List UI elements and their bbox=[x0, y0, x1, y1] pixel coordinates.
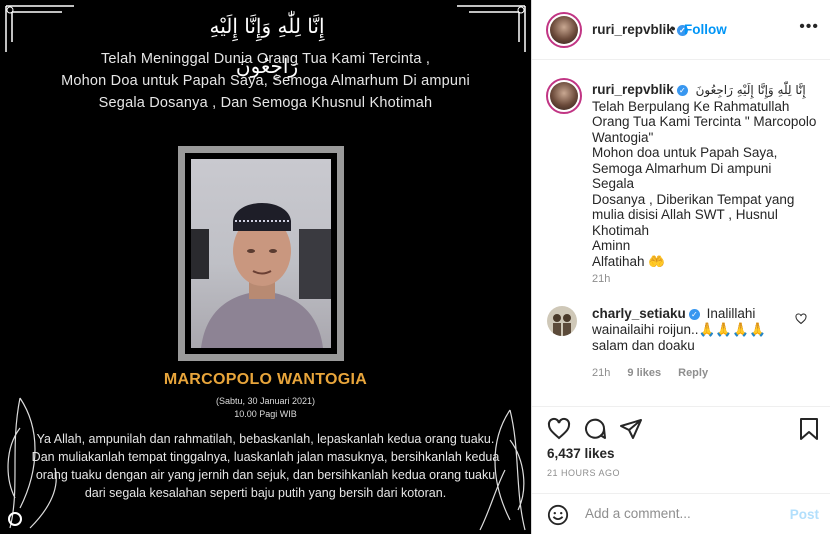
separator-dot: • bbox=[671, 21, 676, 36]
comment-line: salam dan doaku bbox=[592, 338, 695, 353]
prayer-line-1: Ya Allah, ampunilah dan rahmatilah, beba… bbox=[36, 432, 495, 446]
smiley-icon[interactable] bbox=[547, 504, 569, 526]
comment-likes[interactable]: 9 likes bbox=[627, 367, 661, 379]
caption-time[interactable]: 21h bbox=[592, 273, 610, 285]
share-icon[interactable] bbox=[619, 417, 643, 441]
commenter-avatar[interactable] bbox=[547, 306, 577, 336]
caption-line: Aminn bbox=[592, 238, 631, 253]
instagram-post: إِنَّا لِلّٰهِ وَإِنَّا إِلَيْهِ رَاجِعُ… bbox=[0, 0, 830, 534]
prayer-line-4: dari segala kesalahan seperti baju putih… bbox=[84, 486, 447, 500]
like-heart-icon[interactable] bbox=[547, 417, 571, 441]
verified-icon: ✓ bbox=[676, 84, 688, 96]
caption-line: Wantogia" bbox=[592, 129, 654, 145]
portrait-frame bbox=[178, 146, 344, 361]
verified-icon: ✓ bbox=[688, 308, 700, 320]
caption-avatar[interactable] bbox=[546, 78, 582, 114]
caption-line: Semoga Almarhum Di ampuni Segala bbox=[592, 160, 772, 192]
prayer-text: Ya Allah, ampunilah dan rahmatilah, beba… bbox=[0, 430, 531, 502]
post-header: ruri_repvblik ✓ • Follow ••• bbox=[532, 0, 830, 60]
intro-line-3: Segala Dosanya , Dan Semoga Khusnul Khot… bbox=[98, 95, 433, 111]
time-line: 10.00 Pagi WIB bbox=[234, 409, 297, 419]
comment-line: Inalillahi bbox=[706, 306, 756, 321]
likes-count[interactable]: 6,437 likes bbox=[547, 446, 615, 461]
caption-username[interactable]: ruri_repvblik bbox=[592, 82, 674, 97]
post-media[interactable]: إِنَّا لِلّٰهِ وَإِنَّا إِلَيْهِ رَاجِعُ… bbox=[0, 0, 531, 534]
author-username-text[interactable]: ruri_repvblik bbox=[592, 22, 674, 37]
add-comment-bar: Post bbox=[532, 493, 830, 534]
post-timestamp[interactable]: 21 HOURS AGO bbox=[547, 468, 620, 478]
comment: charly_setiaku ✓ Inalillahi wainailaihi r… bbox=[592, 306, 792, 354]
caption-line: Orang Tua Kami Tercinta " Marcopolo bbox=[592, 114, 817, 129]
ring-icon bbox=[8, 512, 22, 526]
caption-line: Khotimah bbox=[592, 222, 650, 238]
deceased-name: MARCOPOLO WANTOGIA bbox=[163, 371, 368, 388]
reply-button[interactable]: Reply bbox=[678, 367, 708, 379]
prayer-line-3: orang tuaku dengan air yang jernih dan s… bbox=[35, 468, 496, 482]
commenter-username[interactable]: charly_setiaku bbox=[592, 306, 686, 321]
caption-line: mulia disisi Allah SWT , Husnul bbox=[592, 207, 778, 222]
portrait-photo bbox=[191, 159, 331, 348]
post-sidebar: ruri_repvblik ✓ • Follow ••• ruri_repvbli… bbox=[531, 0, 830, 534]
comment-input[interactable] bbox=[583, 505, 777, 522]
comment-icon[interactable] bbox=[583, 417, 607, 441]
caption: ruri_repvblik ✓ إِنَّا لِلّٰهِ وَإِنَّا إ… bbox=[592, 82, 817, 269]
caption-line: Mohon doa untuk Papah Saya, bbox=[592, 145, 778, 160]
prayer-line-2: Dan muliakanlah tempat tinggalnya, luask… bbox=[31, 450, 500, 464]
date-line: (Sabtu, 30 Januari 2021) bbox=[215, 396, 316, 406]
intro-line-2: Mohon Doa untuk Papah Saya, Semoga Almar… bbox=[61, 73, 470, 89]
intro-line-1: Telah Meninggal Dunia Orang Tua Kami Ter… bbox=[100, 51, 431, 67]
caption-line: Alfatihah 🤲 bbox=[592, 253, 666, 269]
author-avatar[interactable] bbox=[546, 12, 582, 48]
follow-button[interactable]: Follow bbox=[684, 22, 727, 37]
arabic-calligraphy-banner: إِنَّا لِلّٰهِ وَإِنَّا إِلَيْهِ رَاجِعُ… bbox=[209, 14, 325, 78]
bookmark-icon[interactable] bbox=[798, 417, 820, 441]
comment-like-heart-icon[interactable] bbox=[795, 313, 807, 325]
more-options-icon[interactable]: ••• bbox=[799, 18, 819, 36]
caption-line: Telah Berpulang Ke Rahmatullah bbox=[592, 98, 790, 114]
comment-meta: 21h 9 likes Reply bbox=[592, 367, 722, 379]
caption-arabic: إِنَّا لِلّٰهِ وَإِنَّا إِلَيْهِ رَاجِعُ… bbox=[695, 83, 806, 97]
comment-line: wainailaihi roijun..🙏🙏🙏🙏 bbox=[592, 322, 766, 337]
post-button[interactable]: Post bbox=[790, 507, 819, 522]
comment-time[interactable]: 21h bbox=[592, 367, 610, 379]
caption-line: Dosanya , Diberikan Tempat yang bbox=[592, 191, 795, 207]
